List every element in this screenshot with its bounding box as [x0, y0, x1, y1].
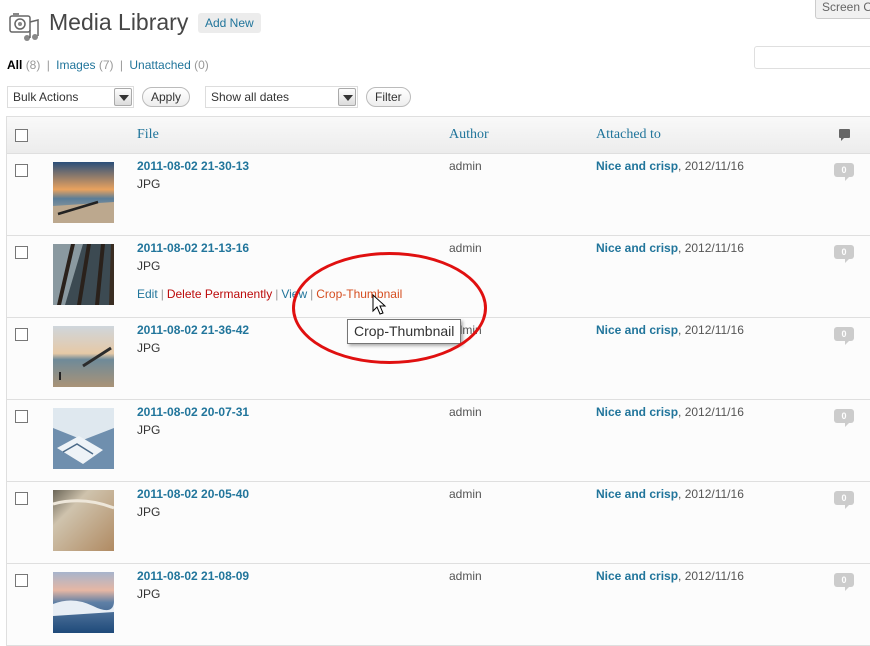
- attached-date: , 2012/11/16: [678, 323, 744, 337]
- chevron-down-icon: [338, 88, 356, 106]
- attached-to: Nice and crisp, 2012/11/16: [596, 405, 744, 419]
- filter-images-count: (7): [98, 58, 114, 72]
- column-attached-to: Attached to: [596, 127, 661, 142]
- delete-permanently-link[interactable]: Delete Permanently: [167, 287, 272, 301]
- separator: |: [275, 287, 279, 301]
- comment-count-badge[interactable]: 0: [834, 163, 854, 181]
- thumbnail-image[interactable]: [53, 326, 114, 387]
- attached-post-link[interactable]: Nice and crisp: [596, 569, 678, 583]
- file-type: JPG: [137, 587, 161, 601]
- author: admin: [449, 487, 482, 501]
- search-input[interactable]: [754, 46, 870, 69]
- file-type: JPG: [137, 259, 161, 273]
- author: admin: [449, 159, 482, 173]
- media-library-icon: [9, 13, 39, 41]
- attached-post-link[interactable]: Nice and crisp: [596, 159, 678, 173]
- file-type: JPG: [137, 177, 161, 191]
- attached-to: Nice and crisp, 2012/11/16: [596, 487, 744, 501]
- file-link[interactable]: 2011-08-02 21-30-13: [137, 159, 249, 173]
- file-link[interactable]: 2011-08-02 20-07-31: [137, 405, 249, 419]
- thumbnail-image[interactable]: [53, 490, 114, 551]
- attached-date: , 2012/11/16: [678, 159, 744, 173]
- file-link[interactable]: 2011-08-02 21-08-09: [137, 569, 249, 583]
- attached-date: , 2012/11/16: [678, 241, 744, 255]
- table-row: 2011-08-02 21-30-13 JPG admin Nice and c…: [7, 154, 870, 236]
- filter-button[interactable]: Filter: [366, 87, 411, 107]
- chevron-down-icon: [114, 88, 132, 106]
- file-link[interactable]: 2011-08-02 21-36-42: [137, 323, 249, 337]
- file-type: JPG: [137, 423, 161, 437]
- comment-count-badge[interactable]: 0: [834, 245, 854, 263]
- row-checkbox[interactable]: [15, 574, 28, 587]
- attached-to: Nice and crisp, 2012/11/16: [596, 323, 744, 337]
- file-link[interactable]: 2011-08-02 20-05-40: [137, 487, 249, 501]
- table-row: 2011-08-02 20-05-40 JPG admin Nice and c…: [7, 482, 870, 564]
- separator: |: [46, 58, 50, 72]
- author: admin: [449, 405, 482, 419]
- table-row: 2011-08-02 20-07-31 JPG admin Nice and c…: [7, 400, 870, 482]
- attached-post-link[interactable]: Nice and crisp: [596, 241, 678, 255]
- attached-to: Nice and crisp, 2012/11/16: [596, 241, 744, 255]
- comment-count-badge[interactable]: 0: [834, 327, 854, 345]
- column-author: Author: [449, 127, 489, 142]
- attached-to: Nice and crisp, 2012/11/16: [596, 159, 744, 173]
- separator: |: [119, 58, 124, 72]
- comment-count-badge[interactable]: 0: [834, 409, 854, 427]
- bulk-actions-select[interactable]: Bulk Actions: [7, 86, 134, 108]
- row-checkbox[interactable]: [15, 246, 28, 259]
- select-all-checkbox[interactable]: [15, 129, 28, 142]
- page-title: Media Library: [49, 9, 189, 35]
- comment-count-badge[interactable]: 0: [834, 573, 854, 591]
- thumbnail-image[interactable]: [53, 408, 114, 469]
- file-type: JPG: [137, 341, 161, 355]
- file-link[interactable]: 2011-08-02 21-13-16: [137, 241, 249, 255]
- filter-unattached[interactable]: Unattached: [129, 58, 190, 72]
- author: admin: [449, 569, 482, 583]
- add-new-button[interactable]: Add New: [198, 13, 261, 33]
- attached-post-link[interactable]: Nice and crisp: [596, 405, 678, 419]
- comment-count-badge[interactable]: 0: [834, 491, 854, 509]
- column-file[interactable]: File: [137, 127, 159, 143]
- attached-post-link[interactable]: Nice and crisp: [596, 487, 678, 501]
- row-checkbox[interactable]: [15, 410, 28, 423]
- comment-icon: [839, 129, 850, 141]
- highlight-circle: [292, 252, 487, 364]
- thumbnail-image[interactable]: [53, 572, 114, 633]
- attached-to: Nice and crisp, 2012/11/16: [596, 569, 744, 583]
- table-row: 2011-08-02 21-08-09 JPG admin Nice and c…: [7, 564, 870, 646]
- attached-post-link[interactable]: Nice and crisp: [596, 323, 678, 337]
- filter-all[interactable]: All: [7, 58, 22, 72]
- date-filter-value: Show all dates: [211, 90, 290, 104]
- author: admin: [449, 241, 482, 255]
- row-checkbox[interactable]: [15, 492, 28, 505]
- edit-link[interactable]: Edit: [137, 287, 158, 301]
- media-table: File Author Attached to 2011-08-02 21-30…: [6, 116, 870, 646]
- filter-images[interactable]: Images: [56, 58, 95, 72]
- attached-date: , 2012/11/16: [678, 569, 744, 583]
- filter-unattached-count: (0): [194, 58, 209, 72]
- separator: |: [160, 287, 164, 301]
- date-filter-select[interactable]: Show all dates: [205, 86, 358, 108]
- screen-options-button[interactable]: Screen O: [815, 0, 870, 19]
- attached-date: , 2012/11/16: [678, 487, 744, 501]
- apply-button[interactable]: Apply: [142, 87, 191, 107]
- row-checkbox[interactable]: [15, 328, 28, 341]
- thumbnail-image[interactable]: [53, 244, 114, 305]
- mouse-cursor-icon: [372, 294, 387, 315]
- bulk-actions-value: Bulk Actions: [13, 90, 79, 104]
- table-header: File Author Attached to: [7, 117, 870, 154]
- file-type: JPG: [137, 505, 161, 519]
- row-checkbox[interactable]: [15, 164, 28, 177]
- thumbnail-image[interactable]: [53, 162, 114, 223]
- media-type-filters: All (8) | Images (7) | Unattached (0): [7, 58, 209, 72]
- attached-date: , 2012/11/16: [678, 405, 744, 419]
- filter-all-count: (8): [25, 58, 41, 72]
